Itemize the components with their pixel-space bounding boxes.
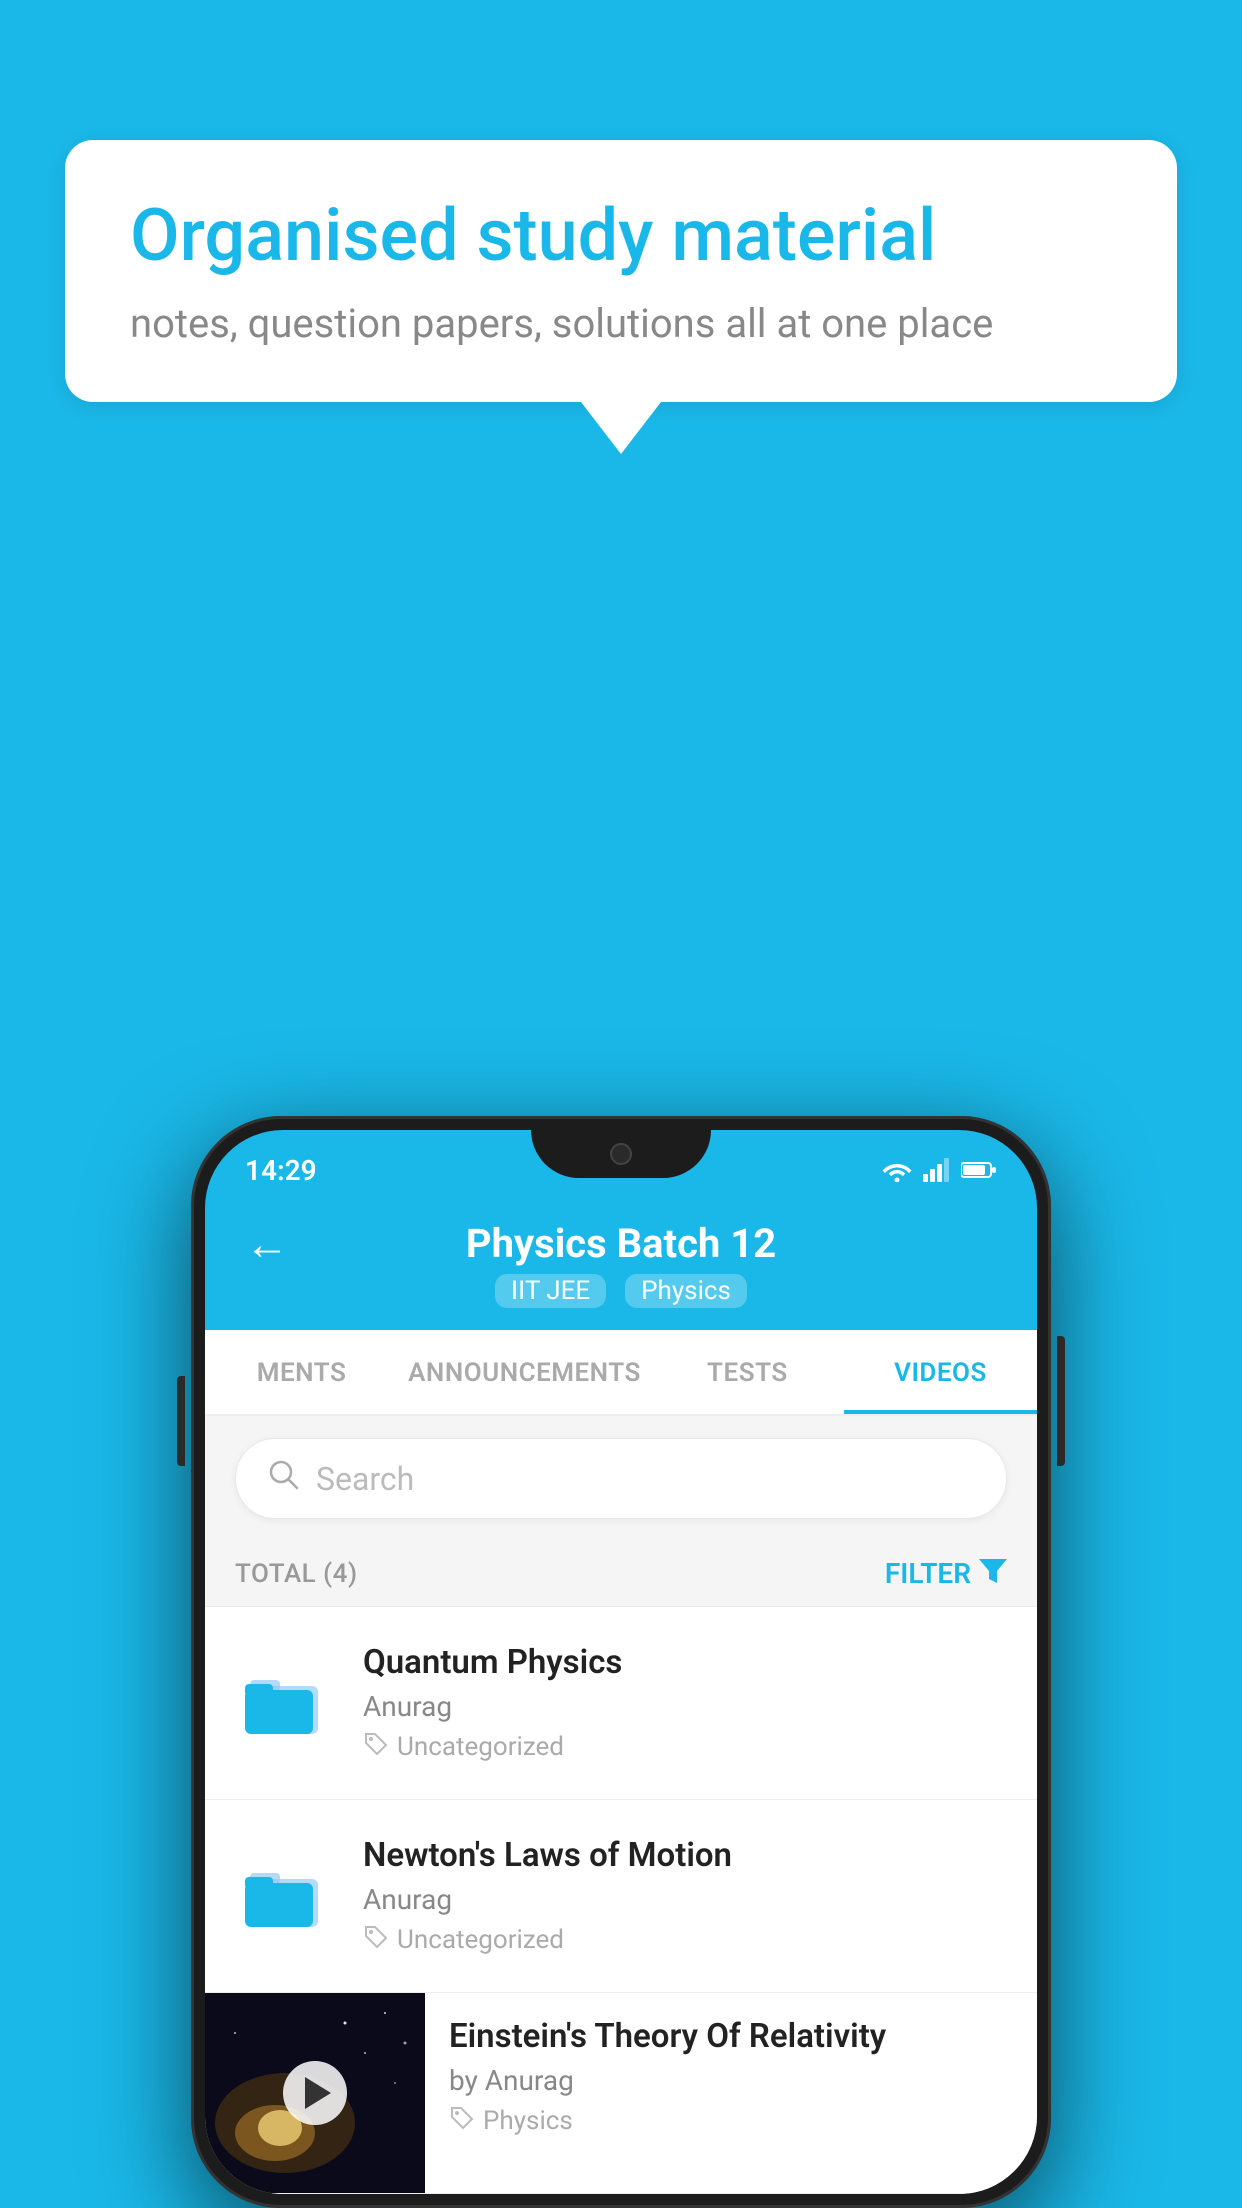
tag-icon (363, 1924, 389, 1956)
speech-bubble-arrow (581, 402, 661, 454)
search-bar-wrapper: Search (205, 1416, 1037, 1541)
search-placeholder-text: Search (316, 1460, 414, 1498)
list-area: Quantum Physics Anurag Uncategorized (205, 1607, 1037, 2194)
item-info: Newton's Laws of Motion Anurag Uncategor… (363, 1836, 1007, 1956)
item-title: Newton's Laws of Motion (363, 1836, 1007, 1875)
tab-videos[interactable]: VIDEOS (844, 1330, 1037, 1414)
item-tag-row: Uncategorized (363, 1731, 1007, 1763)
tab-ments[interactable]: MENTS (205, 1330, 398, 1414)
tabs: MENTS ANNOUNCEMENTS TESTS VIDEOS (205, 1330, 1037, 1416)
item-icon-wrap (235, 1861, 335, 1931)
total-count: TOTAL (4) (235, 1559, 358, 1589)
phone-inner: 14:29 (205, 1130, 1037, 2194)
thumb-category: Physics (483, 2106, 573, 2136)
speech-bubble-subtitle: notes, question papers, solutions all at… (130, 300, 1112, 347)
battery-icon (961, 1160, 997, 1180)
list-item[interactable]: Quantum Physics Anurag Uncategorized (205, 1607, 1037, 1800)
phone-side-btn-left (177, 1376, 185, 1466)
list-item-thumb[interactable]: Einstein's Theory Of Relativity by Anura… (205, 1993, 1037, 2194)
folder-icon (245, 1668, 325, 1738)
play-triangle-icon (305, 2077, 331, 2109)
item-author: Anurag (363, 1690, 1007, 1723)
thumb-author: by Anurag (449, 2064, 1013, 2097)
item-author: Anurag (363, 1883, 1007, 1916)
play-button[interactable] (283, 2061, 347, 2125)
thumb-info: Einstein's Theory Of Relativity by Anura… (425, 1993, 1037, 2137)
item-tag-row: Uncategorized (363, 1924, 1007, 1956)
tag-icon (363, 1731, 389, 1763)
header-tag-physics: Physics (625, 1274, 747, 1308)
speech-bubble-container: Organised study material notes, question… (65, 140, 1177, 454)
wifi-icon (881, 1158, 913, 1182)
list-item[interactable]: Newton's Laws of Motion Anurag Uncategor… (205, 1800, 1037, 1993)
signal-icon (923, 1158, 951, 1182)
back-button[interactable]: ← (245, 1218, 289, 1270)
item-category: Uncategorized (397, 1732, 564, 1762)
phone-side-btn-right (1057, 1336, 1065, 1466)
search-bar[interactable]: Search (235, 1438, 1007, 1519)
speech-bubble: Organised study material notes, question… (65, 140, 1177, 402)
tab-tests[interactable]: TESTS (651, 1330, 844, 1414)
header-title: Physics Batch 12 (466, 1220, 776, 1267)
item-title: Quantum Physics (363, 1643, 1007, 1682)
item-icon-wrap (235, 1668, 335, 1738)
status-time: 14:29 (245, 1154, 317, 1187)
search-icon (266, 1457, 300, 1500)
thumb-title: Einstein's Theory Of Relativity (449, 2017, 1013, 2056)
filter-button[interactable]: FILTER (885, 1557, 1007, 1590)
header-subtitle: IIT JEE Physics (489, 1273, 753, 1308)
app-header: ← Physics Batch 12 IIT JEE Physics (205, 1202, 1037, 1330)
phone-wrapper: 14:29 (191, 1116, 1051, 2208)
phone-frame: 14:29 (191, 1116, 1051, 2208)
folder-icon (245, 1861, 325, 1931)
speech-bubble-title: Organised study material (130, 195, 1112, 278)
filter-bar: TOTAL (4) FILTER (205, 1541, 1037, 1607)
thumb-wrap (205, 1993, 425, 2193)
item-category: Uncategorized (397, 1925, 564, 1955)
tag-icon (449, 2105, 475, 2137)
tab-announcements[interactable]: ANNOUNCEMENTS (398, 1330, 651, 1414)
notch-camera (610, 1143, 632, 1165)
item-info: Quantum Physics Anurag Uncategorized (363, 1643, 1007, 1763)
status-icons (881, 1158, 997, 1182)
thumb-bg (205, 1993, 425, 2193)
filter-label: FILTER (885, 1557, 971, 1590)
thumb-tag-row: Physics (449, 2105, 1013, 2137)
header-row: ← Physics Batch 12 (245, 1220, 997, 1267)
header-tag-iitjee: IIT JEE (495, 1274, 606, 1308)
filter-icon (979, 1557, 1007, 1590)
phone-notch (531, 1130, 711, 1178)
